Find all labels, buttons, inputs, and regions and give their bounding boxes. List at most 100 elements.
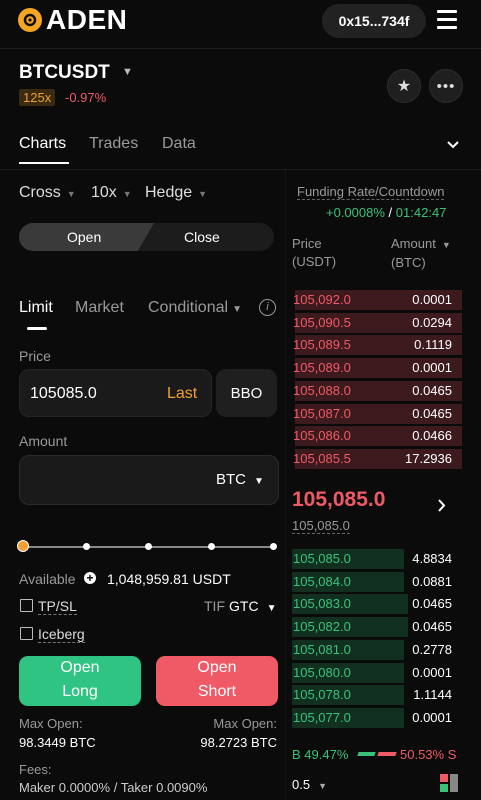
- leverage-badge: 125x: [19, 89, 56, 106]
- slider-mark-100[interactable]: [270, 543, 277, 550]
- ask-amount: 0.0001: [412, 292, 452, 307]
- amount-label: Amount: [19, 433, 68, 449]
- bid-row[interactable]: 105,083.0 0.0465: [292, 593, 462, 615]
- ask-row[interactable]: 105,089.5 0.1119: [292, 334, 462, 356]
- bid-amount: 0.0465: [412, 619, 452, 635]
- open-long-button[interactable]: Open Long: [19, 656, 141, 706]
- available-balance: 1,048,959.81 USDT: [107, 571, 231, 587]
- bid-row[interactable]: 105,085.0 4.8834: [292, 548, 462, 569]
- book-price-header: Price (USDT): [292, 235, 336, 271]
- order-type-limit[interactable]: Limit: [19, 299, 53, 317]
- amount-unit-select[interactable]: BTC ▼: [216, 471, 264, 488]
- ask-amount: 0.0466: [412, 428, 452, 444]
- bid-amount: 1.1144: [413, 687, 452, 703]
- sell-ratio: 50.53% S: [400, 747, 456, 762]
- iceberg-checkbox[interactable]: [20, 627, 33, 640]
- symbol-title[interactable]: BTCUSDT: [19, 62, 110, 84]
- tif-label: TIF: [204, 598, 225, 614]
- taker-fee: Taker 0.0090%: [120, 780, 208, 795]
- slider-mark-50[interactable]: [145, 543, 152, 550]
- bid-row[interactable]: 105,081.0 0.2778: [292, 639, 462, 660]
- tif-select[interactable]: GTC ▼: [229, 598, 276, 614]
- ask-amount: 0.1119: [414, 337, 452, 353]
- precision-select[interactable]: 0.5 ▼: [292, 777, 327, 792]
- funding-countdown: 01:42:47: [395, 205, 447, 220]
- bid-price: 105,083.0: [293, 596, 351, 612]
- last-price-tag[interactable]: Last: [167, 385, 197, 403]
- open-short-button[interactable]: Open Short: [156, 656, 278, 706]
- bid-price: 105,085.0: [293, 551, 351, 566]
- active-tab-indicator: [19, 162, 69, 164]
- tab-trades[interactable]: Trades: [89, 135, 138, 153]
- order-type-market[interactable]: Market: [75, 299, 124, 317]
- funding-values: +0.0008% / 01:42:47: [326, 205, 446, 220]
- book-layout-icon[interactable]: [440, 774, 458, 797]
- slider-mark-25[interactable]: [83, 543, 90, 550]
- chevron-right-icon[interactable]: [438, 499, 446, 517]
- favorite-star-button[interactable]: ★: [387, 69, 421, 103]
- close-toggle[interactable]: Close: [184, 229, 220, 245]
- ask-price: 105,092.0: [293, 292, 351, 307]
- ask-row[interactable]: 105,086.0 0.0466: [292, 425, 462, 447]
- tab-data[interactable]: Data: [162, 135, 196, 153]
- bid-row[interactable]: 105,077.0 0.0001: [292, 707, 462, 728]
- fee-sep: /: [113, 780, 118, 795]
- margin-mode-select[interactable]: Cross ▼: [19, 184, 76, 202]
- tpsl-checkbox[interactable]: [20, 599, 33, 612]
- bid-price: 105,077.0: [293, 709, 351, 725]
- info-icon[interactable]: i: [259, 299, 276, 316]
- more-dots-icon: •••: [436, 77, 456, 95]
- book-amount-header[interactable]: Amount ▼ (BTC): [391, 235, 451, 272]
- available-label: Available: [19, 571, 76, 587]
- order-type-conditional[interactable]: Conditional ▼: [148, 299, 242, 317]
- max-open-short-value: 98.2723 BTC: [200, 735, 277, 750]
- bid-row[interactable]: 105,084.0 0.0881: [292, 571, 462, 592]
- bid-amount: 0.0001: [412, 709, 452, 725]
- price-header-unit: (USDT): [292, 254, 337, 269]
- ask-row[interactable]: 105,088.0 0.0465: [292, 380, 462, 401]
- wallet-address-button[interactable]: 0x15...734f: [322, 4, 426, 38]
- bid-amount: 0.2778: [412, 641, 452, 657]
- bid-price: 105,082.0: [293, 619, 351, 635]
- bid-price: 105,081.0: [293, 641, 351, 657]
- ratio-sell-segment: [377, 752, 397, 756]
- ask-row[interactable]: 105,087.0 0.0465: [292, 403, 462, 424]
- header-divider: [0, 48, 481, 49]
- mark-price[interactable]: 105,085.0: [292, 518, 350, 534]
- open-toggle[interactable]: Open: [67, 229, 101, 245]
- fees-label: Fees:: [19, 762, 52, 777]
- max-open-long-value: 98.3449 BTC: [19, 735, 96, 750]
- bid-row[interactable]: 105,080.0 0.0001: [292, 662, 462, 683]
- fees-values: Maker 0.0000% / Taker 0.0090%: [19, 780, 207, 795]
- slider-mark-75[interactable]: [208, 543, 215, 550]
- bid-row[interactable]: 105,078.0 1.1144: [292, 684, 462, 706]
- hamburger-menu-icon[interactable]: [437, 10, 457, 30]
- add-funds-icon[interactable]: +: [84, 572, 96, 584]
- chevron-down-icon[interactable]: ▼: [122, 66, 133, 78]
- leverage-select[interactable]: 10x ▼: [91, 184, 132, 202]
- position-mode-select[interactable]: Hedge ▼: [145, 184, 207, 202]
- bid-price: 105,084.0: [293, 573, 351, 589]
- funding-rate: +0.0008%: [326, 205, 385, 220]
- ask-row[interactable]: 105,089.0 0.0001: [292, 357, 462, 379]
- iceberg-label: Iceberg: [38, 626, 85, 643]
- bbo-button[interactable]: BBO: [216, 369, 277, 417]
- ask-row[interactable]: 105,092.0 0.0001: [292, 289, 462, 310]
- last-price: 105,085.0: [292, 488, 386, 511]
- ask-price: 105,089.5: [293, 337, 351, 353]
- expand-chevron-icon[interactable]: [446, 137, 460, 155]
- tab-charts[interactable]: Charts: [19, 135, 66, 153]
- sell-percent: 50.53%: [400, 747, 445, 762]
- buy-label: B: [292, 747, 301, 762]
- ask-row[interactable]: 105,090.5 0.0294: [292, 312, 462, 333]
- more-options-button[interactable]: •••: [429, 69, 463, 103]
- amount-header-unit: (BTC): [391, 255, 426, 270]
- bid-row[interactable]: 105,082.0 0.0465: [292, 616, 462, 638]
- bid-amount: 0.0001: [412, 664, 452, 680]
- price-label: Price: [19, 348, 51, 364]
- aden-logo-icon: [18, 8, 42, 32]
- ask-amount: 0.0465: [412, 382, 452, 398]
- slider-handle[interactable]: [17, 540, 29, 552]
- ask-row[interactable]: 105,085.5 17.2936: [292, 448, 462, 469]
- funding-label[interactable]: Funding Rate/Countdown: [297, 184, 445, 200]
